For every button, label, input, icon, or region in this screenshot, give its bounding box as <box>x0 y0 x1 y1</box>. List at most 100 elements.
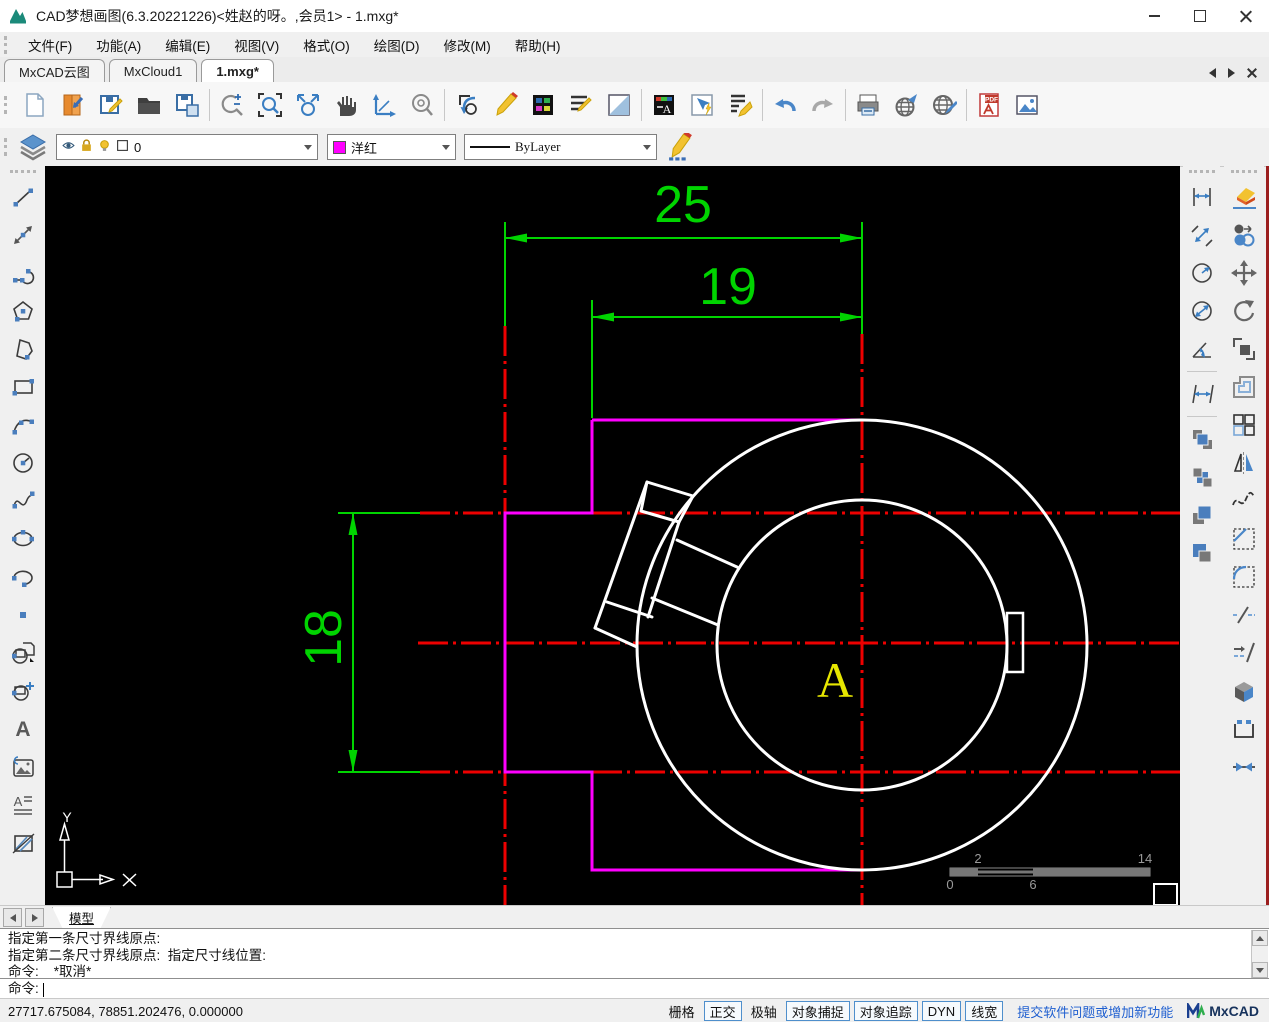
fillet-button[interactable] <box>1225 558 1263 596</box>
export-image-button[interactable] <box>1008 85 1046 125</box>
command-scrollbar[interactable] <box>1251 930 1268 978</box>
stretch-button[interactable] <box>1225 330 1263 368</box>
layers-icon[interactable] <box>18 133 48 161</box>
mirror-button[interactable] <box>1225 444 1263 482</box>
dim-angular-button[interactable] <box>1183 330 1221 368</box>
new-layout-button[interactable] <box>600 85 638 125</box>
line-button[interactable] <box>4 178 42 216</box>
print-button[interactable] <box>849 85 887 125</box>
menu-view[interactable]: 视图(V) <box>222 32 291 58</box>
array-button[interactable] <box>1225 406 1263 444</box>
tab-mxcad-cloud[interactable]: MxCAD云图 <box>4 59 105 82</box>
zoom-center-button[interactable] <box>403 85 441 125</box>
minimize-button[interactable] <box>1131 0 1177 32</box>
menu-help[interactable]: 帮助(H) <box>503 32 573 58</box>
scroll-down-icon[interactable] <box>1252 962 1268 978</box>
draworder-back-button[interactable] <box>1183 458 1221 496</box>
create-block-button[interactable] <box>4 672 42 710</box>
scroll-up-icon[interactable] <box>1252 930 1268 946</box>
undo-button[interactable] <box>766 85 804 125</box>
menu-file[interactable]: 文件(F) <box>16 32 84 58</box>
menu-draw[interactable]: 绘图(D) <box>362 32 432 58</box>
circle-button[interactable] <box>4 444 42 482</box>
linetype-select[interactable]: ByLayer <box>464 134 657 160</box>
arc-button[interactable] <box>4 406 42 444</box>
tab-1mxg-active[interactable]: 1.mxg* <box>201 59 274 82</box>
menu-modify[interactable]: 修改(M) <box>432 32 503 58</box>
color-palette-button[interactable] <box>524 85 562 125</box>
toggle-lineweight[interactable]: 线宽 <box>965 1001 1004 1021</box>
previous-view-button[interactable] <box>448 85 486 125</box>
text-style-button[interactable] <box>562 85 600 125</box>
model-tab[interactable]: 模型 <box>52 906 112 929</box>
draw-pencil-button[interactable] <box>486 85 524 125</box>
chamfer-button[interactable] <box>1225 520 1263 558</box>
tab-scroll-right-icon[interactable] <box>1228 68 1235 78</box>
join-button[interactable] <box>1225 748 1263 786</box>
erase-button[interactable] <box>1225 178 1263 216</box>
rectangle-button[interactable] <box>4 368 42 406</box>
tab-mxcloud1[interactable]: MxCloud1 <box>108 59 198 82</box>
model-tab-next-icon[interactable] <box>25 908 44 927</box>
tab-close-icon[interactable] <box>1247 68 1257 78</box>
open-drawing-button[interactable] <box>54 85 92 125</box>
web-open-button[interactable] <box>925 85 963 125</box>
draworder-above-button[interactable] <box>1183 496 1221 534</box>
save-button[interactable] <box>92 85 130 125</box>
point-button[interactable] <box>4 596 42 634</box>
open-folder-button[interactable] <box>130 85 168 125</box>
mtext-button[interactable]: A <box>4 786 42 824</box>
pan-button[interactable] <box>327 85 365 125</box>
offset-button[interactable] <box>1225 368 1263 406</box>
dim-radius-button[interactable] <box>1183 254 1221 292</box>
draworder-front-button[interactable] <box>1183 420 1221 458</box>
export-pdf-button[interactable]: PDF <box>970 85 1008 125</box>
publish-web-button[interactable] <box>887 85 925 125</box>
menu-format[interactable]: 格式(O) <box>291 32 362 58</box>
toggle-polar[interactable]: 极轴 <box>746 1002 782 1020</box>
edit-linetype-pencil-icon[interactable] <box>667 133 694 161</box>
command-input-row[interactable]: 命令: <box>0 978 1269 1000</box>
move-button[interactable] <box>1225 254 1263 292</box>
polygon-button[interactable] <box>4 292 42 330</box>
dim-continue-button[interactable] <box>1183 375 1221 413</box>
image-button[interactable] <box>4 748 42 786</box>
quick-select-button[interactable] <box>683 85 721 125</box>
drawing-canvas[interactable]: 25 19 18 A 2 14 0 6 Y <box>45 166 1180 905</box>
dim-aligned-button[interactable] <box>1183 216 1221 254</box>
maximize-button[interactable] <box>1177 0 1223 32</box>
feedback-link[interactable]: 提交软件问题或增加新功能 <box>1017 1002 1173 1021</box>
ellipse-arc-button[interactable] <box>4 558 42 596</box>
toggle-grid[interactable]: 栅格 <box>664 1002 700 1020</box>
polyline-arc-button[interactable] <box>4 254 42 292</box>
close-button[interactable] <box>1223 0 1269 32</box>
insert-block-button[interactable] <box>4 634 42 672</box>
save-as-button[interactable] <box>168 85 206 125</box>
zoom-dynamic-button[interactable] <box>213 85 251 125</box>
copy-button[interactable] <box>1225 216 1263 254</box>
model-tab-prev-icon[interactable] <box>3 908 22 927</box>
new-file-button[interactable] <box>16 85 54 125</box>
ellipse-button[interactable] <box>4 520 42 558</box>
zoom-extents-button[interactable] <box>289 85 327 125</box>
draworder-below-button[interactable] <box>1183 534 1221 572</box>
toggle-otrack[interactable]: 对象追踪 <box>853 1001 918 1021</box>
text-button[interactable]: A <box>4 710 42 748</box>
zoom-window-button[interactable] <box>251 85 289 125</box>
edit-spline-button[interactable] <box>1225 482 1263 520</box>
hatch-button[interactable] <box>4 824 42 862</box>
edit-polyline-button[interactable] <box>1225 710 1263 748</box>
break-button[interactable] <box>1225 596 1263 634</box>
menu-edit[interactable]: 编辑(E) <box>153 32 222 58</box>
color-select[interactable]: 洋红 <box>327 134 456 160</box>
construction-line-button[interactable] <box>4 216 42 254</box>
toggle-dyn[interactable]: DYN <box>921 1001 962 1021</box>
toggle-osnap[interactable]: 对象捕捉 <box>785 1001 850 1021</box>
match-properties-button[interactable] <box>721 85 759 125</box>
layer-select[interactable]: 0 <box>56 134 318 160</box>
ucs-axes-button[interactable] <box>365 85 403 125</box>
irregular-polygon-button[interactable] <box>4 330 42 368</box>
dim-linear-button[interactable] <box>1183 178 1221 216</box>
tab-scroll-left-icon[interactable] <box>1209 68 1216 78</box>
spline-button[interactable] <box>4 482 42 520</box>
